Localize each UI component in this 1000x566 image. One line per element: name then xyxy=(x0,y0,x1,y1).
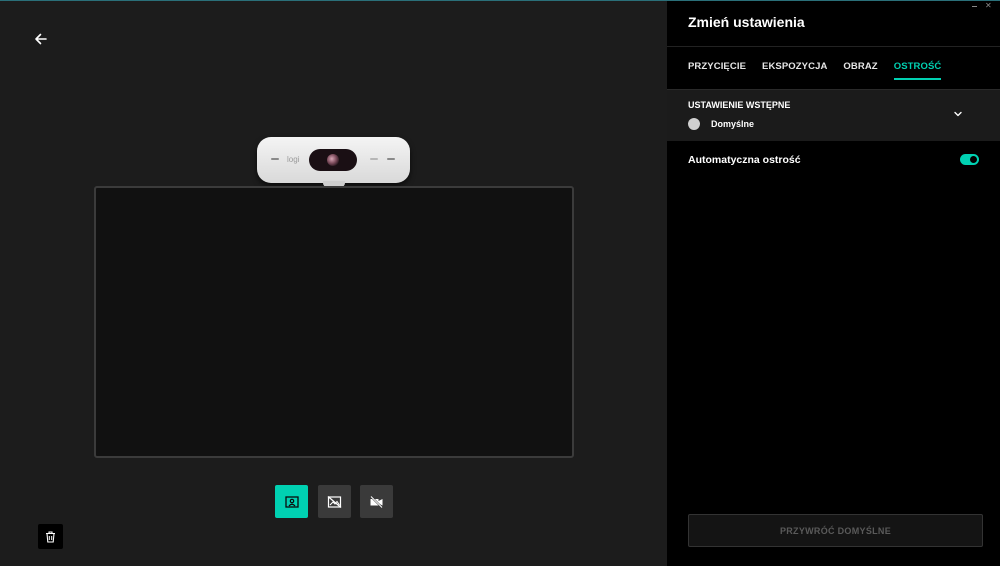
chevron-down-icon xyxy=(954,111,962,117)
preview-pane: logi xyxy=(0,1,667,566)
autofocus-toggle[interactable] xyxy=(960,154,979,165)
camera-off-icon xyxy=(370,495,383,508)
preset-label: USTAWIENIE WSTĘPNE xyxy=(688,100,791,110)
preset-value: Domyślne xyxy=(711,119,755,129)
webcam-indicator-left xyxy=(271,158,279,160)
preset-color-dot xyxy=(688,118,700,130)
tab-ekspozycja[interactable]: EKSPOZYCJA xyxy=(762,61,827,80)
preset-dropdown[interactable]: USTAWIENIE WSTĘPNE Domyślne xyxy=(667,89,1000,141)
delete-button[interactable] xyxy=(38,524,63,549)
background-off-icon xyxy=(327,495,342,508)
autofocus-label: Automatyczna ostrość xyxy=(688,154,801,166)
toggle-knob xyxy=(970,156,977,163)
tab-obraz[interactable]: OBRAZ xyxy=(843,61,877,80)
webcam-indicator-right-2 xyxy=(387,158,395,160)
camera-toggle-button[interactable] xyxy=(360,485,393,518)
arrow-left-icon xyxy=(35,33,47,45)
tab-przyciecie[interactable]: PRZYCIĘCIE xyxy=(688,61,746,80)
webcam-logo: logi xyxy=(287,155,300,164)
webcam-lens xyxy=(309,149,357,171)
reset-defaults-button[interactable]: PRZYWRÓĆ DOMYŚLNE xyxy=(688,514,983,547)
window-minimize-button[interactable] xyxy=(972,6,977,7)
frame-view-button[interactable] xyxy=(275,485,308,518)
title-divider xyxy=(667,46,1000,47)
webcam-indicator-right-1 xyxy=(370,158,378,160)
back-button[interactable] xyxy=(30,28,52,50)
panel-title: Zmień ustawienia xyxy=(688,14,805,30)
background-toggle-button[interactable] xyxy=(318,485,351,518)
camera-preview xyxy=(94,186,574,458)
trash-icon xyxy=(46,530,55,543)
settings-tabs: PRZYCIĘCIE EKSPOZYCJA OBRAZ OSTROŚĆ xyxy=(688,61,942,80)
tab-ostrosc[interactable]: OSTROŚĆ xyxy=(893,61,942,80)
settings-panel: ✕ Zmień ustawienia PRZYCIĘCIE EKSPOZYCJA… xyxy=(667,1,1000,566)
webcam-illustration: logi xyxy=(257,137,410,187)
person-frame-icon xyxy=(284,495,299,508)
window-close-button[interactable]: ✕ xyxy=(985,2,992,10)
